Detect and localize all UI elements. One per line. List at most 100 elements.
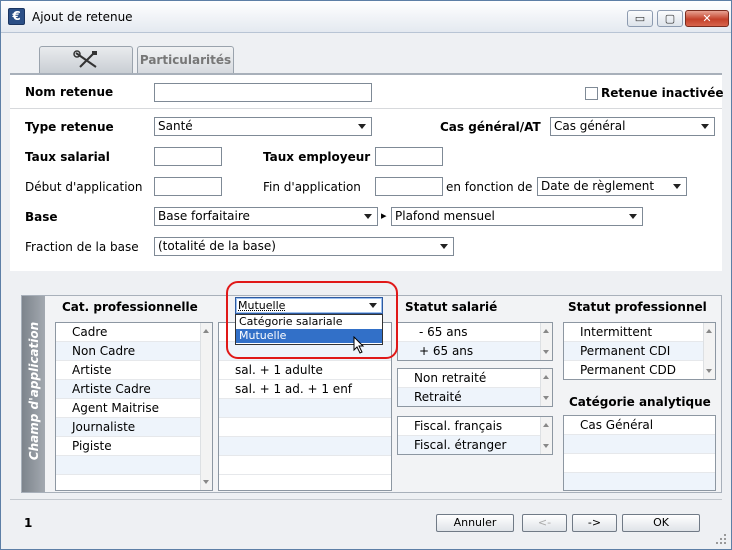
next-button[interactable]: -> [572, 514, 617, 532]
annuler-button[interactable]: Annuler [436, 514, 514, 532]
fin-application-input[interactable] [375, 177, 443, 196]
scroll-up-icon [203, 329, 209, 333]
base-separator: ▸ [381, 209, 387, 222]
list-item[interactable]: Pigiste [56, 437, 212, 456]
taux-employeur-input[interactable] [375, 147, 443, 166]
list-item [564, 473, 715, 490]
restore-button[interactable]: ▢ [657, 10, 683, 27]
list-item [56, 456, 212, 475]
window-title: Ajout de retenue [32, 10, 133, 24]
list-item[interactable]: + 65 ans [398, 342, 552, 360]
scroll-up-icon [706, 329, 712, 333]
retenue-inactive-label: Retenue inactivée [601, 86, 724, 100]
chevron-down-icon [629, 214, 637, 219]
analytique-list[interactable]: Cas Général [563, 415, 716, 491]
debut-application-input[interactable] [154, 177, 222, 196]
tab-particularites[interactable]: Particularités [137, 46, 234, 73]
type-retenue-select[interactable]: Santé [154, 117, 372, 136]
list-item[interactable]: Retraité [398, 388, 552, 406]
scroll-down-icon [543, 444, 549, 448]
dialog-window: € Ajout de retenue ▭ ▢ ✕ Particularités … [0, 0, 732, 550]
champ-application-label: Champ d'application [27, 321, 41, 461]
resize-grip-icon[interactable] [715, 533, 727, 545]
title-bar[interactable]: € Ajout de retenue ▭ ▢ ✕ [1, 1, 731, 33]
list-item[interactable]: Cas Général [564, 416, 715, 435]
scroll-down-icon [543, 396, 549, 400]
taux-employeur-label: Taux employeur [263, 150, 371, 164]
list-item[interactable]: Fiscal. étranger [398, 436, 552, 454]
list-item[interactable]: Intermittent [564, 323, 715, 342]
scroll-up-icon [543, 329, 549, 333]
nom-retenue-input[interactable] [154, 83, 372, 102]
list-item[interactable]: Artiste Cadre [56, 380, 212, 399]
type-retenue-value: Santé [158, 119, 193, 133]
app-icon: € [8, 8, 25, 25]
fraction-base-select[interactable]: (totalité de la base) [154, 237, 454, 256]
debut-application-label: Début d'application [25, 180, 143, 194]
fonction-value: Date de règlement [541, 179, 655, 193]
list-item [219, 456, 391, 475]
list-item[interactable]: Artiste [56, 361, 212, 380]
ok-button[interactable]: OK [622, 514, 700, 532]
statut-salarie-header: Statut salarié [405, 300, 498, 314]
scrollbar[interactable] [540, 369, 552, 406]
mouse-cursor-icon [353, 336, 365, 354]
analytique-header: Catégorie analytique [569, 395, 711, 409]
statut-pro-list[interactable]: Intermittent Permanent CDI Permanent CDD [563, 322, 716, 380]
chevron-down-icon [358, 124, 366, 129]
list-item [219, 418, 391, 437]
list-item[interactable]: sal. + 1 ad. + 1 enf [219, 380, 391, 399]
cas-general-value: Cas général [554, 119, 626, 133]
cat-pro-header: Cat. professionnelle [62, 300, 198, 314]
nom-retenue-label: Nom retenue [25, 85, 114, 99]
close-button[interactable]: ✕ [685, 10, 729, 27]
list-item[interactable]: Fiscal. français [398, 417, 552, 436]
champ-application-side-tab: Champ d'application [22, 296, 45, 492]
cas-general-label: Cas général/AT [440, 120, 541, 134]
plafond-select[interactable]: Plafond mensuel [391, 207, 643, 226]
list-item[interactable]: Cadre [56, 323, 212, 342]
base-label: Base [25, 210, 58, 224]
separator [10, 108, 722, 109]
fin-application-label: Fin d'application [263, 180, 361, 194]
tab-general[interactable] [39, 46, 133, 73]
list-item [564, 454, 715, 473]
chevron-down-icon [701, 124, 709, 129]
scrollbar[interactable] [703, 323, 715, 379]
chevron-down-icon [440, 244, 448, 249]
minimize-button[interactable]: ▭ [627, 10, 653, 27]
scroll-up-icon [543, 423, 549, 427]
cas-general-select[interactable]: Cas général [550, 117, 715, 136]
scroll-down-icon [203, 480, 209, 484]
previous-button[interactable]: <- [522, 514, 567, 532]
tools-icon [73, 50, 97, 68]
categories-list[interactable]: Cadre Non Cadre Artiste Artiste Cadre Ag… [55, 322, 213, 491]
list-item[interactable]: sal. + 1 adulte [219, 361, 391, 380]
footer-separator [10, 499, 722, 500]
scroll-up-icon [543, 375, 549, 379]
scroll-down-icon [706, 369, 712, 373]
highlight-annotation [226, 281, 398, 359]
scrollbar[interactable] [200, 323, 212, 490]
list-item[interactable]: Non Cadre [56, 342, 212, 361]
taux-salarial-input[interactable] [154, 147, 222, 166]
fonction-select[interactable]: Date de règlement [537, 177, 687, 196]
list-item[interactable]: Permanent CDI [564, 342, 715, 361]
list-item [564, 435, 715, 454]
chevron-down-icon [673, 184, 681, 189]
list-item [219, 437, 391, 456]
scroll-down-icon [543, 350, 549, 354]
ages-list[interactable]: - 65 ans + 65 ans [397, 322, 553, 361]
retraite-list[interactable]: Non retraité Retraité [397, 368, 553, 407]
list-item[interactable]: Agent Maitrise [56, 399, 212, 418]
retenue-inactive-checkbox[interactable] [585, 87, 598, 100]
list-item[interactable]: Journaliste [56, 418, 212, 437]
list-item[interactable]: Permanent CDD [564, 361, 715, 379]
base-select[interactable]: Base forfaitaire [154, 207, 378, 226]
list-item[interactable]: - 65 ans [398, 323, 552, 342]
list-item [219, 399, 391, 418]
scrollbar[interactable] [540, 323, 552, 360]
scrollbar[interactable] [540, 417, 552, 454]
fiscal-list[interactable]: Fiscal. français Fiscal. étranger [397, 416, 553, 455]
list-item[interactable]: Non retraité [398, 369, 552, 388]
